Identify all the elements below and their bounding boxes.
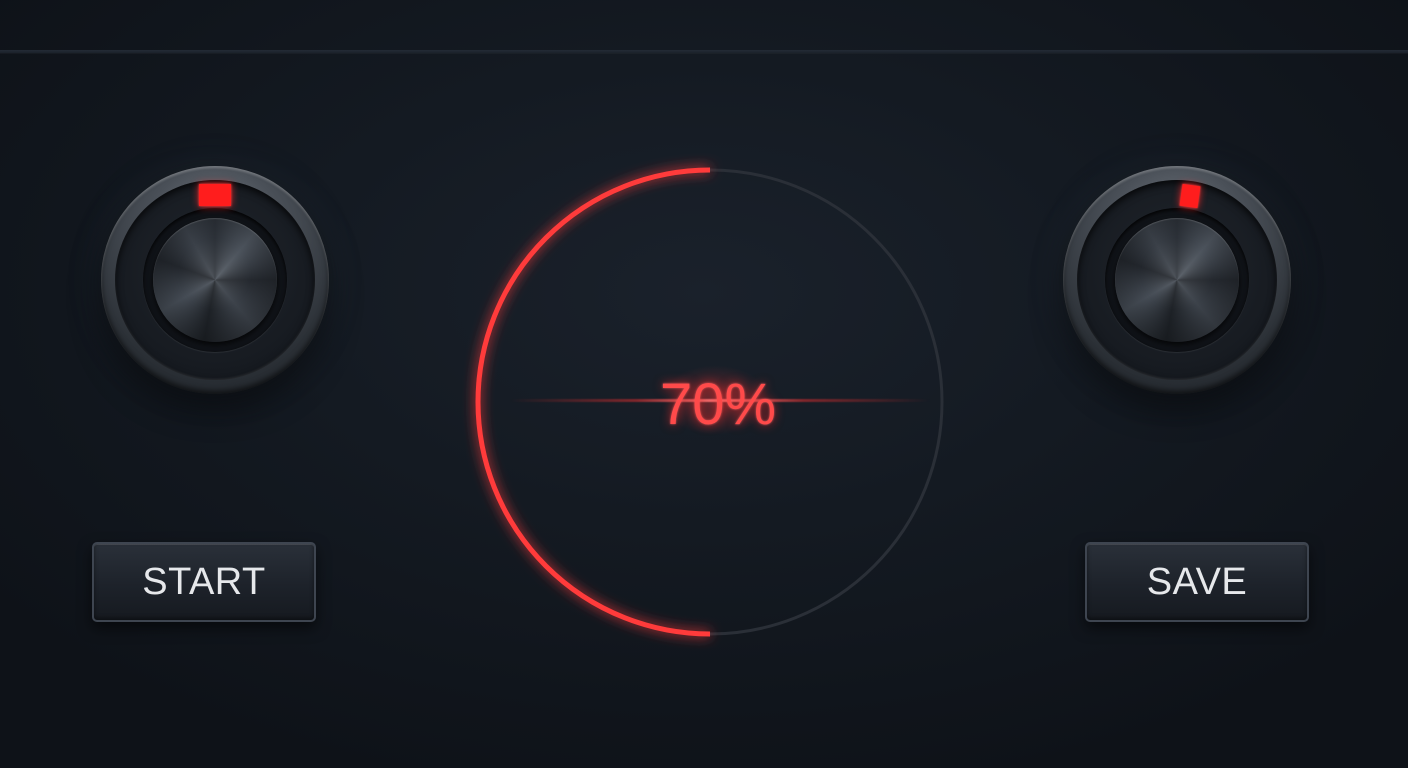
knob-indicator [199,184,231,206]
progress-percent-label: 70% [659,372,777,437]
control-panel: 70% START SAVE [0,0,1408,768]
knob-cap[interactable] [153,218,277,342]
knob-ring [143,208,287,352]
top-divider [0,50,1408,53]
start-button[interactable]: START [92,542,316,622]
save-button[interactable]: SAVE [1085,542,1309,622]
knob-cap[interactable] [1115,218,1239,342]
knob-ring [1105,208,1249,352]
knob-indicator [1179,183,1201,209]
left-knob[interactable] [101,166,329,394]
right-knob[interactable] [1063,166,1291,394]
